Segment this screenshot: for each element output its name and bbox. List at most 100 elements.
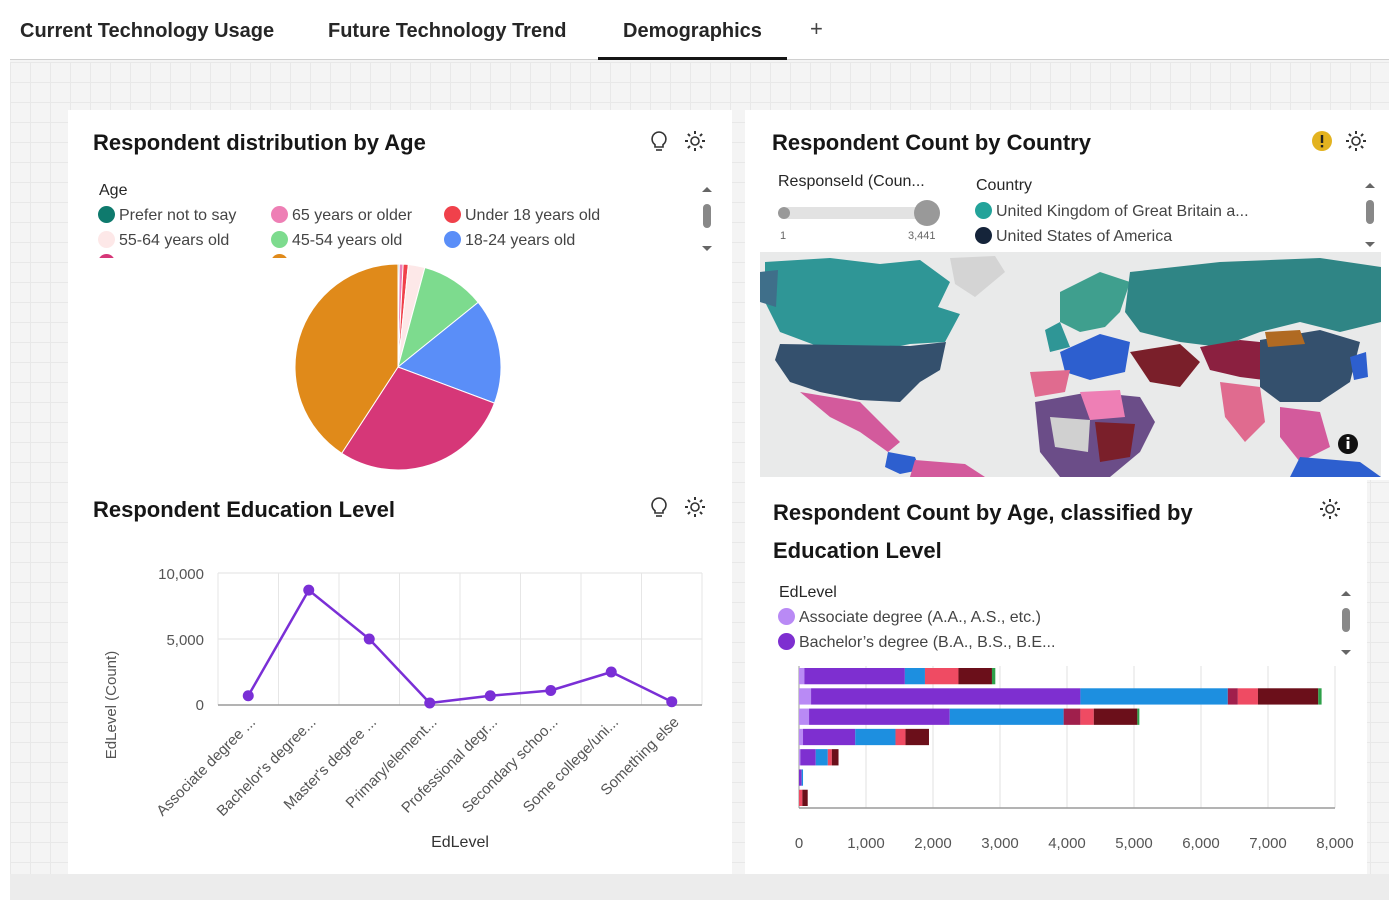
- bar-segment[interactable]: [1257, 688, 1319, 705]
- panel-title: Respondent Count by Country: [772, 130, 1091, 155]
- data-point[interactable]: [242, 690, 254, 702]
- legend-item[interactable]: Prefer not to say: [98, 206, 236, 225]
- world-choropleth-map[interactable]: [760, 252, 1381, 477]
- legend-swatch: [271, 206, 288, 223]
- legend-item[interactable]: 65 years or older: [271, 206, 412, 225]
- legend-item[interactable]: United Kingdom of Great Britain a...: [975, 202, 1249, 221]
- bar-segment[interactable]: [1137, 708, 1140, 725]
- data-point[interactable]: [484, 690, 496, 702]
- lightbulb-icon[interactable]: [648, 496, 670, 518]
- data-point[interactable]: [363, 633, 375, 645]
- x-tick-label: Associate degree ...: [153, 714, 259, 820]
- bar-segment[interactable]: [905, 728, 929, 746]
- legend-scrollbar[interactable]: [700, 184, 714, 256]
- bar-segment[interactable]: [904, 668, 925, 685]
- y-tick-label: 10,000: [158, 566, 204, 583]
- bar-segment[interactable]: [895, 728, 906, 746]
- x-tick-label: 4,000: [1048, 835, 1086, 852]
- lightbulb-icon[interactable]: [648, 130, 670, 152]
- legend-scrollbar[interactable]: [1339, 588, 1353, 660]
- legend-scrollbar[interactable]: [1363, 180, 1377, 250]
- legend-item[interactable]: [271, 254, 292, 258]
- bar-segment[interactable]: [1080, 688, 1228, 705]
- country-map-panel[interactable]: Respondent Count by Country ResponseId (…: [745, 110, 1389, 480]
- data-point[interactable]: [666, 696, 678, 708]
- slider-min-handle[interactable]: [778, 207, 790, 219]
- legend-item[interactable]: Bachelor’s degree (B.A., B.S., B.E...: [778, 633, 1055, 652]
- bar-segment[interactable]: [1318, 688, 1322, 705]
- scroll-up-icon: [1341, 591, 1351, 596]
- age-pie-panel[interactable]: Respondent distribution by Age Age Prefe…: [68, 110, 732, 480]
- legend-item[interactable]: Associate degree (A.A., A.S., etc.): [778, 608, 1041, 627]
- data-point[interactable]: [605, 666, 617, 678]
- bar-segment[interactable]: [949, 708, 1064, 725]
- tab-demographics[interactable]: Demographics: [598, 6, 787, 60]
- range-min: 1: [780, 230, 787, 242]
- bar-segment[interactable]: [809, 708, 950, 725]
- legend-swatch: [271, 231, 288, 248]
- bar-segment[interactable]: [799, 668, 805, 685]
- bar-segment[interactable]: [811, 688, 1081, 705]
- bar-segment[interactable]: [802, 789, 808, 806]
- scroll-thumb: [703, 204, 711, 228]
- bar-segment[interactable]: [958, 668, 992, 685]
- bar-segment[interactable]: [799, 769, 802, 786]
- map-alaska: [760, 270, 778, 307]
- gear-icon[interactable]: [1345, 130, 1367, 152]
- bar-segment[interactable]: [799, 708, 810, 725]
- bar-segment[interactable]: [855, 728, 896, 746]
- gear-icon[interactable]: [684, 130, 706, 152]
- x-tick-label: 3,000: [981, 835, 1019, 852]
- bar-segment[interactable]: [1093, 708, 1138, 725]
- bar-segment[interactable]: [827, 749, 832, 766]
- legend-item[interactable]: 55-64 years old: [98, 231, 229, 250]
- tab-bar: Current Technology Usage Future Technolo…: [10, 6, 1389, 60]
- legend-swatch: [98, 231, 115, 248]
- age-pie-chart[interactable]: [288, 262, 508, 476]
- bar-segment[interactable]: [924, 668, 959, 685]
- bar-segment[interactable]: [1227, 688, 1238, 705]
- legend-swatch: [98, 254, 115, 258]
- age-legend: Prefer not to say 65 years or older Unde…: [98, 204, 698, 258]
- data-point[interactable]: [303, 584, 315, 596]
- data-point[interactable]: [424, 697, 436, 709]
- tab-current-technology-usage[interactable]: Current Technology Usage: [20, 6, 274, 60]
- education-line-chart[interactable]: EdLevel (Count) EdLevel 10,000 5,000 0 A…: [68, 540, 732, 870]
- bar-segment[interactable]: [800, 749, 816, 766]
- x-tick-label: 5,000: [1115, 835, 1153, 852]
- dashboard-app: Current Technology Usage Future Technolo…: [10, 6, 1389, 900]
- bar-segment[interactable]: [799, 728, 804, 746]
- bar-segment[interactable]: [799, 688, 812, 705]
- bar-segment[interactable]: [1080, 708, 1094, 725]
- x-tick-label: 2,000: [914, 835, 952, 852]
- bar-segment[interactable]: [804, 668, 905, 685]
- gear-icon[interactable]: [1319, 498, 1341, 520]
- data-point[interactable]: [545, 684, 557, 696]
- bar-segment[interactable]: [991, 668, 996, 685]
- age-edu-stacked-panel[interactable]: Respondent Count by Age, classified by E…: [745, 480, 1367, 874]
- legend-item[interactable]: 18-24 years old: [444, 231, 575, 250]
- y-tick-label: 0: [196, 697, 204, 714]
- bar-segment[interactable]: [803, 728, 856, 746]
- tab-future-technology-trend[interactable]: Future Technology Trend: [328, 6, 567, 60]
- warning-icon[interactable]: [1311, 130, 1333, 152]
- legend-item[interactable]: Under 18 years old: [444, 206, 600, 225]
- gear-icon[interactable]: [684, 496, 706, 518]
- education-line-panel[interactable]: Respondent Education Level EdLevel (Coun…: [68, 480, 732, 874]
- x-tick-label: 0: [795, 835, 803, 852]
- legend-item[interactable]: United States of America: [975, 227, 1172, 246]
- bar-segment[interactable]: [1237, 688, 1258, 705]
- bar-segment[interactable]: [801, 769, 804, 786]
- add-tab-button[interactable]: +: [810, 16, 823, 42]
- count-range-slider[interactable]: [778, 200, 940, 226]
- bar-segment[interactable]: [831, 749, 839, 766]
- bar-segment[interactable]: [815, 749, 828, 766]
- bar-segment[interactable]: [799, 749, 801, 766]
- legend-item[interactable]: 45-54 years old: [271, 231, 402, 250]
- map-east-africa: [1095, 422, 1135, 462]
- bar-segment[interactable]: [799, 789, 803, 806]
- age-edu-stacked-bar-chart[interactable]: 0 1,000 2,000 3,000 4,000 5,000 6,000 7,000 8,00…: [745, 658, 1367, 868]
- slider-max-handle[interactable]: [914, 200, 940, 226]
- legend-item[interactable]: [98, 254, 119, 258]
- bar-segment[interactable]: [1063, 708, 1081, 725]
